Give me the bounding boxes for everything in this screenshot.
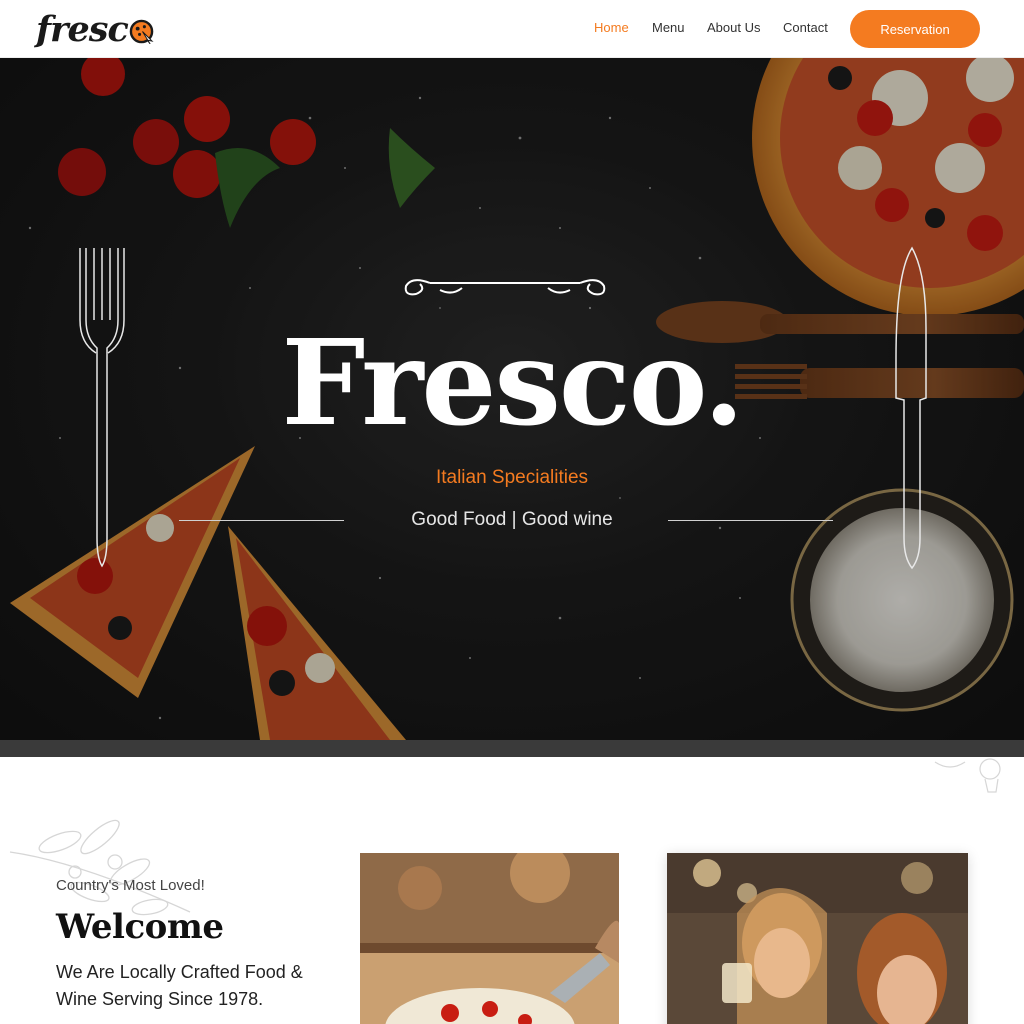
hero-title: Fresco. (281, 313, 745, 452)
hero-section: Fresco. Italian Specialities Good Food |… (0, 58, 1024, 740)
decorative-sketch-icon (934, 758, 1001, 793)
hero-subtitle: Italian Specialities (435, 467, 589, 488)
nav-home[interactable]: Home (594, 20, 629, 35)
divider-right (668, 520, 833, 521)
pizza-logo-icon (129, 19, 154, 44)
welcome-text: We Are Locally Crafted Food & Wine Servi… (56, 962, 303, 1009)
site-header: fresc Home Menu About Us Contact Reserva… (0, 0, 1024, 58)
hero-tagline: Good Food | Good wine (411, 509, 613, 530)
welcome-section: Country's Most Loved! Welcome We Are Loc… (0, 757, 1024, 1024)
logo-text: fresc (36, 8, 129, 50)
nav-about-us[interactable]: About Us (707, 20, 760, 35)
welcome-kicker: Country's Most Loved! (56, 877, 205, 894)
diners-photo (667, 853, 968, 1024)
nav-contact[interactable]: Contact (783, 20, 828, 35)
nav-menu[interactable]: Menu (652, 20, 685, 35)
hero-bottom-strip (0, 740, 1024, 757)
logo[interactable]: fresc (36, 4, 154, 54)
welcome-title: Welcome (56, 907, 224, 947)
pizza-photo (360, 853, 619, 1024)
reservation-button[interactable]: Reservation (850, 10, 980, 48)
